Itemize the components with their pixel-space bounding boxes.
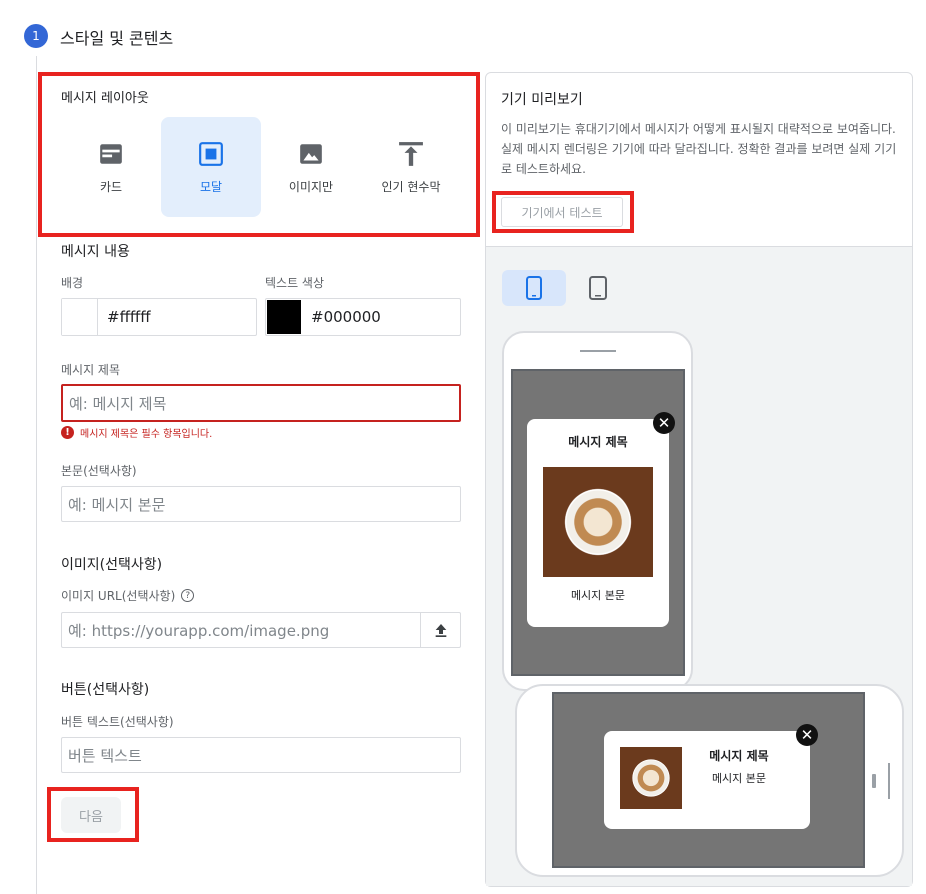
close-icon[interactable]: ✕ — [796, 724, 818, 746]
background-color-field[interactable]: #ffffff — [61, 298, 257, 336]
portrait-modal-body: 메시지 본문 — [570, 589, 626, 602]
close-icon[interactable]: ✕ — [653, 412, 675, 434]
next-button[interactable]: 다음 — [61, 797, 121, 833]
layout-option-label: 모달 — [199, 179, 223, 194]
test-on-device-button[interactable]: 기기에서 테스트 — [501, 197, 623, 227]
modal-icon — [197, 140, 225, 168]
content-heading: 메시지 내용 — [61, 244, 130, 260]
button-text-input[interactable]: 버튼 텍스트 — [61, 737, 461, 773]
tablet-icon — [589, 276, 607, 300]
layout-option-label: 인기 현수막 — [381, 179, 441, 194]
title-label: 메시지 제목 — [61, 363, 121, 377]
body-placeholder: 예: 메시지 본문 — [68, 495, 166, 514]
help-icon[interactable]: ? — [181, 589, 195, 602]
title-placeholder: 예: 메시지 제목 — [69, 394, 167, 413]
step-title: 스타일 및 콘텐츠 — [60, 29, 174, 48]
device-phone-button[interactable] — [502, 270, 566, 306]
landscape-home-button — [872, 774, 876, 788]
image-icon — [297, 140, 325, 168]
background-label: 배경 — [61, 276, 84, 290]
background-color-swatch[interactable] — [62, 299, 98, 335]
phone-icon — [526, 276, 542, 300]
title-error-text: 메시지 제목은 필수 항목입니다. — [80, 429, 213, 440]
layout-option-card[interactable]: 카드 — [61, 117, 161, 217]
body-input[interactable]: 예: 메시지 본문 — [61, 486, 461, 522]
image-url-placeholder: 예: https://yourapp.com/image.png — [68, 621, 330, 640]
layout-option-top-banner[interactable]: 인기 현수막 — [361, 117, 461, 217]
background-color-value: #ffffff — [107, 308, 151, 326]
preview-heading: 기기 미리보기 — [501, 92, 583, 108]
text-color-swatch[interactable] — [267, 300, 301, 334]
button-heading: 버튼(선택사항) — [61, 682, 150, 698]
button-text-label: 버튼 텍스트(선택사항) — [61, 715, 174, 729]
image-heading: 이미지(선택사항) — [61, 557, 163, 573]
error-icon: ! — [61, 426, 74, 439]
layout-option-modal[interactable]: 모달 — [161, 117, 261, 217]
layout-option-label: 이미지만 — [288, 179, 334, 194]
title-error-row: ! 메시지 제목은 필수 항목입니다. — [61, 425, 212, 440]
card-icon — [97, 140, 125, 168]
layout-heading: 메시지 레이아웃 — [61, 91, 149, 106]
image-url-input[interactable]: 예: https://yourapp.com/image.png — [61, 612, 461, 648]
title-input[interactable]: 예: 메시지 제목 — [61, 384, 461, 422]
upload-icon — [435, 624, 446, 637]
step-number-badge: 1 — [24, 24, 48, 48]
phone-speaker — [580, 350, 616, 352]
body-label: 본문(선택사항) — [61, 464, 137, 478]
landscape-modal-title: 메시지 제목 — [709, 749, 769, 763]
device-tablet-button[interactable] — [566, 270, 630, 306]
portrait-modal-title: 메시지 제목 — [568, 435, 628, 449]
banner-top-icon — [397, 140, 425, 168]
image-url-label: 이미지 URL(선택사항) — [61, 589, 176, 603]
text-color-field[interactable]: #000000 — [265, 298, 461, 336]
text-color-label: 텍스트 색상 — [265, 276, 325, 290]
preview-description: 이 미리보기는 휴대기기에서 메시지가 어떻게 표시될지 대략적으로 보여줍니다… — [501, 122, 897, 176]
step-connector-line — [36, 56, 37, 894]
image-url-label-row: 이미지 URL(선택사항) ? — [61, 587, 195, 604]
text-color-value: #000000 — [311, 308, 381, 326]
layout-option-label: 카드 — [99, 179, 123, 194]
landscape-modal-image — [620, 747, 682, 809]
button-text-placeholder: 버튼 텍스트 — [68, 746, 142, 765]
landscape-speaker — [888, 763, 890, 799]
portrait-modal-image — [543, 467, 653, 577]
landscape-modal-body: 메시지 본문 — [711, 772, 767, 785]
upload-button[interactable] — [420, 613, 460, 647]
layout-option-image-only[interactable]: 이미지만 — [261, 117, 361, 217]
